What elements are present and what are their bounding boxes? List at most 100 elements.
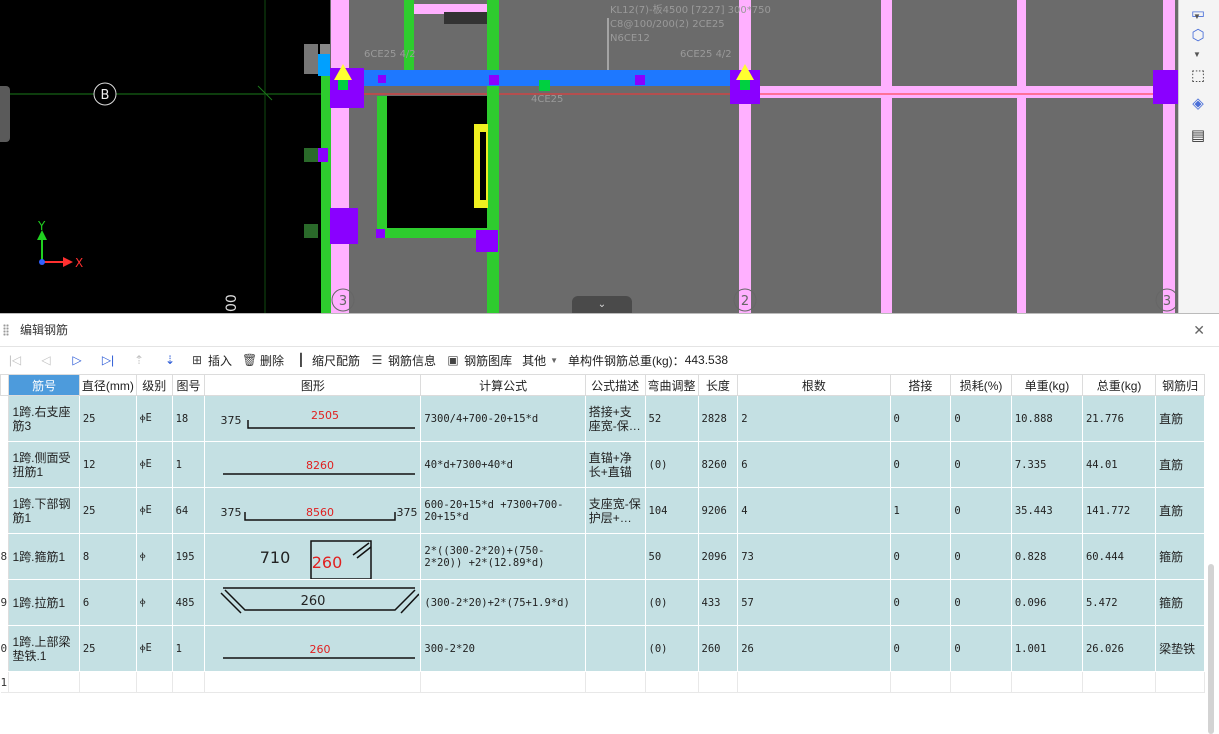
total-weight-cell[interactable]: 26.026	[1082, 625, 1157, 672]
rebar-info-button[interactable]: ☰ 钢筋信息	[370, 352, 436, 369]
empty-cell[interactable]	[645, 671, 699, 693]
shape-no-cell[interactable]: 1	[172, 625, 206, 672]
formula-cell[interactable]: 2*((300-2*20)+(750-2*20)) +2*(12.89*d)	[420, 533, 586, 580]
description-cell[interactable]	[585, 579, 646, 626]
table-row[interactable]: 1跨.下部钢筋1 25 ⲫE 64 375 8560 375 600-20+15*d +730…	[0, 487, 1205, 534]
rebar-library-button[interactable]: ▣ 钢筋图库	[446, 352, 512, 369]
count-cell[interactable]: 6	[737, 441, 891, 488]
last-record-icon[interactable]: ▷|	[97, 353, 119, 367]
unit-weight-cell[interactable]: 35.443	[1011, 487, 1083, 534]
column-header[interactable]: 弯曲调整	[644, 374, 699, 396]
lap-cell[interactable]: 0	[890, 441, 952, 488]
empty-cell[interactable]	[737, 671, 891, 693]
lap-cell[interactable]: 0	[890, 395, 952, 442]
count-cell[interactable]: 4	[737, 487, 891, 534]
grade-cell[interactable]: ⲫE	[136, 625, 173, 672]
unit-weight-cell[interactable]: 7.335	[1011, 441, 1083, 488]
caret-down-icon[interactable]: ▼	[1193, 50, 1201, 59]
empty-cell[interactable]	[8, 671, 80, 693]
vertical-scrollbar[interactable]	[1208, 564, 1214, 734]
close-icon[interactable]: ✕	[1193, 314, 1205, 346]
count-cell[interactable]: 73	[737, 533, 891, 580]
rebar-name-cell[interactable]: 1跨.下部钢筋1	[8, 487, 80, 534]
shape-no-cell[interactable]: 64	[172, 487, 206, 534]
loss-cell[interactable]: 0	[950, 579, 1012, 626]
move-up-icon[interactable]: ⇡	[128, 353, 150, 367]
empty-cell[interactable]	[420, 671, 586, 693]
table-row[interactable]: 0 1跨.上部梁垫铁.1 25 ⲫE 1 260 300-2*20 (0) 260 26 0 0 1.0…	[0, 625, 1205, 672]
column-b3-right[interactable]	[1153, 70, 1179, 104]
formula-cell[interactable]: 300-2*20	[420, 625, 586, 672]
category-cell[interactable]: 直筋	[1155, 395, 1205, 442]
unit-weight-cell[interactable]: 10.888	[1011, 395, 1083, 442]
description-cell[interactable]: 搭接+支座宽-保…	[585, 395, 646, 442]
shape-cell[interactable]: 260	[204, 579, 422, 626]
left-expand-tab[interactable]	[0, 86, 10, 142]
length-cell[interactable]: 2096	[698, 533, 739, 580]
diameter-cell[interactable]: 25	[79, 395, 137, 442]
layer-cube-icon[interactable]: ◈	[1187, 92, 1209, 114]
bend-adjust-cell[interactable]: (0)	[645, 441, 699, 488]
cube-icon[interactable]: ⬡	[1187, 24, 1209, 46]
diameter-cell[interactable]: 8	[79, 533, 137, 580]
diameter-cell[interactable]: 25	[79, 625, 137, 672]
unit-weight-cell[interactable]: 0.096	[1011, 579, 1083, 626]
column-header[interactable]: 公式描述	[584, 374, 646, 396]
formula-cell[interactable]: 600-20+15*d +7300+700-20+15*d	[420, 487, 586, 534]
length-cell[interactable]: 433	[698, 579, 739, 626]
count-cell[interactable]: 57	[737, 579, 891, 626]
lap-cell[interactable]: 0	[890, 579, 952, 626]
empty-cell[interactable]	[1155, 671, 1205, 693]
shape-cell[interactable]: 710 260	[204, 533, 422, 580]
scale-rebar-button[interactable]: ┃ 缩尺配筋	[294, 352, 360, 369]
table-row[interactable]: 1跨.右支座筋3 25 ⲫE 18 375 2505 7300/4+700-20+15*d 搭…	[0, 395, 1205, 442]
first-record-icon[interactable]: |◁	[4, 353, 26, 367]
grade-cell[interactable]: ⲫE	[136, 487, 173, 534]
column-header[interactable]: 钢筋归	[1155, 374, 1205, 396]
description-cell[interactable]	[585, 533, 646, 580]
empty-cell[interactable]	[79, 671, 137, 693]
column-header[interactable]: 图形	[204, 374, 422, 396]
length-cell[interactable]: 260	[698, 625, 739, 672]
bend-adjust-cell[interactable]: (0)	[645, 625, 699, 672]
column-c3[interactable]	[330, 208, 358, 244]
rebar-name-cell[interactable]: 1跨.侧面受扭筋1	[8, 441, 80, 488]
column-header[interactable]: 计算公式	[420, 374, 586, 396]
empty-cell[interactable]	[890, 671, 952, 693]
loss-cell[interactable]: 0	[950, 625, 1012, 672]
length-cell[interactable]: 9206	[698, 487, 739, 534]
empty-cell[interactable]	[172, 671, 206, 693]
shape-cell[interactable]: 260	[204, 625, 422, 672]
shape-cell[interactable]: 8260	[204, 441, 422, 488]
column-header[interactable]: 筋号	[8, 374, 80, 396]
loss-cell[interactable]: 0	[950, 487, 1012, 534]
category-cell[interactable]: 直筋	[1155, 487, 1205, 534]
shape-no-cell[interactable]: 18	[172, 395, 206, 442]
loss-cell[interactable]: 0	[950, 441, 1012, 488]
count-cell[interactable]: 2	[737, 395, 891, 442]
column-header[interactable]: 根数	[737, 374, 891, 396]
table-row[interactable]: 8 1跨.箍筋1 8 ⲫ 195 710 260 2*((300-2*20)+(750-2*2…	[0, 533, 1205, 580]
empty-cell[interactable]	[585, 671, 646, 693]
grade-cell[interactable]: ⲫE	[136, 395, 173, 442]
collapse-panel-button[interactable]: ⌄	[572, 296, 632, 313]
category-cell[interactable]: 梁垫铁	[1155, 625, 1205, 672]
diameter-cell[interactable]: 12	[79, 441, 137, 488]
bend-adjust-cell[interactable]: 52	[645, 395, 699, 442]
description-cell[interactable]: 直锚+净长+直锚	[585, 441, 646, 488]
move-down-icon[interactable]: ⇣	[159, 353, 181, 367]
category-cell[interactable]: 直筋	[1155, 441, 1205, 488]
bend-adjust-cell[interactable]: 104	[645, 487, 699, 534]
description-cell[interactable]	[585, 625, 646, 672]
rebar-name-cell[interactable]: 1跨.箍筋1	[8, 533, 80, 580]
grip-mid[interactable]	[539, 80, 550, 91]
empty-cell[interactable]	[950, 671, 1012, 693]
length-cell[interactable]: 8260	[698, 441, 739, 488]
formula-cell[interactable]: 7300/4+700-20+15*d	[420, 395, 586, 442]
unit-weight-cell[interactable]: 1.001	[1011, 625, 1083, 672]
next-record-icon[interactable]: ▷	[66, 353, 88, 367]
length-cell[interactable]: 2828	[698, 395, 739, 442]
empty-cell[interactable]	[698, 671, 739, 693]
select-region-icon[interactable]: ⬚	[1187, 64, 1209, 86]
total-weight-cell[interactable]: 141.772	[1082, 487, 1157, 534]
